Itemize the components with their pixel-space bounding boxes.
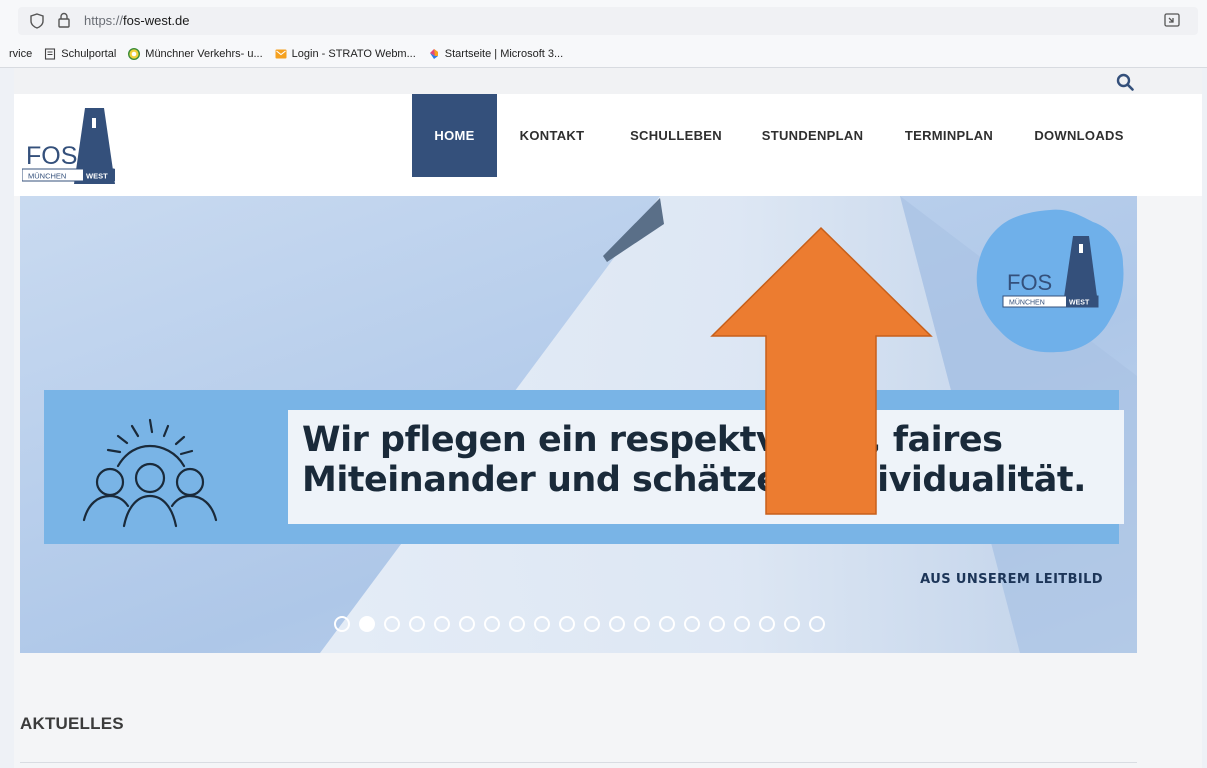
bookmark-item[interactable]: rvice — [9, 48, 32, 60]
logo-sub-left: MÜNCHEN — [28, 172, 66, 181]
slider-dot[interactable] — [534, 616, 550, 632]
badge-text: FOS — [1007, 270, 1052, 295]
badge-sub-right: WEST — [1069, 300, 1090, 307]
hero-right-margin — [1137, 196, 1202, 653]
website: FOS MÜNCHEN WEST HOME KONTAKT SCHULLEBEN… — [14, 68, 1202, 768]
address-bar[interactable]: https://fos-west.de — [18, 7, 1198, 35]
quote-line-2: Miteinander und schätzen Individualität. — [302, 460, 1086, 500]
bookmark-label: Startseite | Microsoft 3... — [444, 48, 564, 60]
up-arrow-annotation-icon — [710, 226, 933, 515]
slider-dot[interactable] — [684, 616, 700, 632]
bookmark-item[interactable]: Münchner Verkehrs- u... — [128, 48, 263, 60]
browser-toolbar: https://fos-west.de rvice Schulportal Mü… — [0, 0, 1207, 68]
bookmarks-bar: rvice Schulportal Münchner Verkehrs- u..… — [0, 44, 1207, 64]
top-strip — [14, 68, 1202, 94]
logo-sub-right: WEST — [86, 172, 108, 181]
slider-dot[interactable] — [559, 616, 575, 632]
slider-dot[interactable] — [634, 616, 650, 632]
slider-dot[interactable] — [609, 616, 625, 632]
picture-in-picture-icon[interactable] — [1164, 13, 1180, 27]
nav-home[interactable]: HOME — [412, 94, 497, 177]
slider-dot[interactable] — [784, 616, 800, 632]
search-icon[interactable] — [1116, 73, 1134, 91]
slider-dot[interactable] — [434, 616, 450, 632]
slider-dot[interactable] — [584, 616, 600, 632]
people-icon — [82, 418, 218, 528]
slider-dot[interactable] — [759, 616, 775, 632]
bookmark-label: Login - STRATO Webm... — [291, 48, 416, 60]
section-divider — [20, 762, 1137, 763]
hero-caption: AUS UNSEREM LEITBILD — [920, 572, 1103, 587]
nav-stundenplan[interactable]: STUNDENPLAN — [745, 94, 880, 177]
slider-dot-active[interactable] — [359, 616, 375, 632]
mail-icon — [275, 49, 287, 59]
url-host: fos-west.de — [123, 13, 190, 28]
slider-dot[interactable] — [384, 616, 400, 632]
slider-dot[interactable] — [809, 616, 825, 632]
bookmark-item[interactable]: Login - STRATO Webm... — [275, 48, 416, 60]
slider-dot[interactable] — [334, 616, 350, 632]
bookmark-item[interactable]: Schulportal — [44, 48, 116, 60]
section-title-aktuelles: AKTUELLES — [20, 714, 124, 733]
site-header: FOS MÜNCHEN WEST HOME KONTAKT SCHULLEBEN… — [14, 94, 1202, 196]
slider-dot[interactable] — [459, 616, 475, 632]
bookmark-label: Schulportal — [61, 48, 117, 60]
slider-dot[interactable] — [734, 616, 750, 632]
document-icon — [45, 48, 56, 60]
bookmark-item[interactable]: Startseite | Microsoft 3... — [428, 48, 563, 60]
url-text[interactable]: https://fos-west.de — [84, 13, 190, 28]
url-protocol: https:// — [84, 13, 124, 28]
fos-badge: FOS MÜNCHEN WEST — [976, 209, 1124, 353]
lock-icon[interactable] — [58, 12, 70, 28]
nav-kontakt[interactable]: KONTAKT — [497, 94, 607, 177]
slider-dot[interactable] — [509, 616, 525, 632]
logo-text: FOS — [26, 142, 77, 170]
slider-dots — [334, 616, 825, 632]
slider-dot[interactable] — [709, 616, 725, 632]
quote-box: Wir pflegen ein respektvolles, faires Mi… — [288, 410, 1124, 524]
mvv-logo-icon — [128, 48, 141, 60]
nav-schulleben[interactable]: SCHULLEBEN — [607, 94, 745, 177]
main-nav: HOME KONTAKT SCHULLEBEN STUNDENPLAN TERM… — [412, 94, 1140, 177]
nav-downloads[interactable]: DOWNLOADS — [1018, 94, 1140, 177]
bookmark-label: rvice — [9, 48, 33, 60]
shield-icon[interactable] — [30, 13, 44, 29]
fos-logo[interactable]: FOS MÜNCHEN WEST — [22, 108, 122, 184]
microsoft365-icon — [429, 49, 438, 59]
slider-dot[interactable] — [409, 616, 425, 632]
bookmark-label: Münchner Verkehrs- u... — [145, 48, 263, 60]
badge-sub-left: MÜNCHEN — [1009, 299, 1045, 307]
nav-terminplan[interactable]: TERMINPLAN — [880, 94, 1018, 177]
slider-dot[interactable] — [484, 616, 500, 632]
hero-slider[interactable]: FOS MÜNCHEN WEST Wir pflegen ein respekt… — [20, 196, 1137, 653]
quote-band: Wir pflegen ein respektvolles, faires Mi… — [44, 390, 1124, 544]
slider-dot[interactable] — [659, 616, 675, 632]
